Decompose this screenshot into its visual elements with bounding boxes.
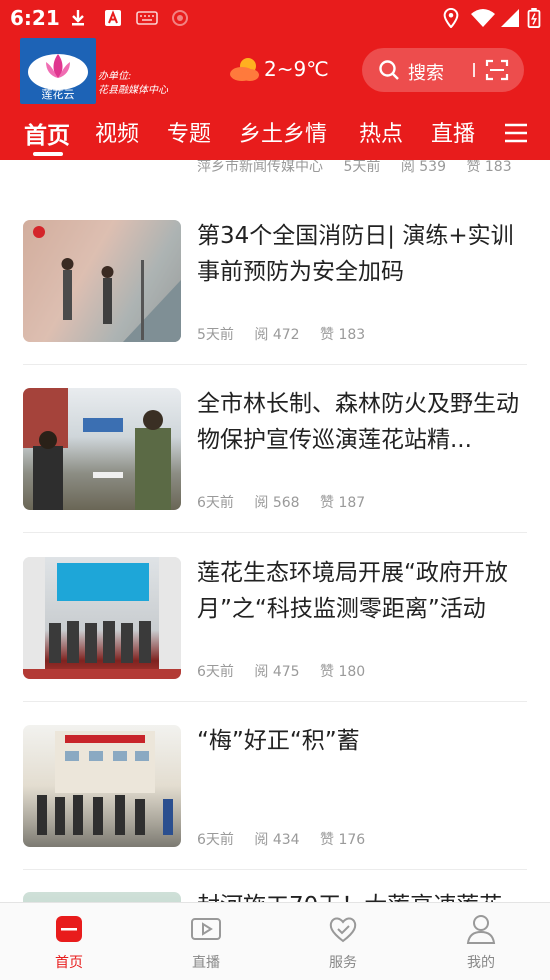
search-icon <box>379 60 399 80</box>
menu-icon[interactable] <box>504 122 528 144</box>
news-likes: 赞 183 <box>466 160 512 175</box>
search-bar[interactable]: 搜索 <box>362 48 524 92</box>
organizer-line-1: 办单位: <box>98 71 132 82</box>
news-thumbnail <box>23 388 181 510</box>
news-thumbnail <box>23 725 181 847</box>
news-likes: 赞 176 <box>320 832 366 848</box>
logo-text: 莲花云 <box>41 88 75 101</box>
nav-service[interactable]: 服务 <box>288 903 398 980</box>
divider <box>23 701 527 702</box>
news-reads: 阅 539 <box>400 160 446 175</box>
news-title[interactable]: “梅”好正“积”蓄 <box>197 723 527 759</box>
news-time: 6天前 <box>197 495 234 511</box>
download-icon <box>72 10 84 26</box>
app-logo[interactable]: 莲花云 <box>20 38 96 104</box>
fire-drill-photo <box>23 220 181 342</box>
news-thumbnail <box>23 557 181 679</box>
news-meta: 5天前 阅 472 赞 183 <box>197 324 381 344</box>
organizer-text: 办单位: 花县融媒体中心 <box>98 70 168 98</box>
nav-live[interactable]: 直播 <box>151 903 261 980</box>
nav-service-label: 服务 <box>329 955 357 971</box>
news-reads: 阅 568 <box>254 495 300 511</box>
news-title[interactable]: 封河施工70天！大莲高速莲花... <box>197 888 527 902</box>
news-title[interactable]: 第34个全国消防日| 演练+实训 事前预防为安全加码 <box>197 218 527 290</box>
status-bar: 6:21 <box>0 0 550 36</box>
app-header: 莲花云 办单位: 花县融媒体中心 2~9℃ 搜索 <box>0 36 550 108</box>
wifi-icon <box>471 9 495 27</box>
location-icon <box>443 8 459 28</box>
news-meta: 6天前 阅 434 赞 176 <box>197 829 381 849</box>
nav-home-label: 首页 <box>55 955 83 971</box>
news-source: 萍乡市新闻传媒中心 <box>197 160 323 175</box>
search-label: 搜索 <box>408 63 444 84</box>
news-time: 5天前 <box>343 160 381 175</box>
divider <box>23 869 527 870</box>
tab-home[interactable]: 首页 <box>24 116 70 150</box>
heart-icon <box>329 917 357 943</box>
nav-live-label: 直播 <box>192 955 220 971</box>
news-reads: 阅 475 <box>254 664 300 680</box>
news-meta: 6天前 阅 568 赞 187 <box>197 492 381 512</box>
news-feed[interactable]: 萍乡市新闻传媒中心 5天前 阅 539 赞 183 第34个全国消防日| 演练+… <box>0 160 550 902</box>
channel-tabs: 首页 视频 专题 乡土乡情 热点 直播 <box>0 108 550 160</box>
divider <box>23 532 527 533</box>
news-time: 6天前 <box>197 664 234 680</box>
news-thumbnail <box>23 220 181 342</box>
news-meta: 萍乡市新闻传媒中心 5天前 阅 539 赞 183 <box>197 160 528 176</box>
tab-local[interactable]: 乡土乡情 <box>239 116 327 148</box>
bottom-navigation: 首页 直播 服务 我的 <box>0 902 550 980</box>
keyboard-icon <box>136 11 158 25</box>
tab-live[interactable]: 直播 <box>431 116 475 148</box>
battery-icon <box>527 8 541 28</box>
home-icon <box>56 916 82 942</box>
news-likes: 赞 187 <box>320 495 366 511</box>
weather-temperature: 2~9℃ <box>264 57 329 81</box>
news-thumbnail <box>23 892 181 902</box>
video-icon <box>191 918 221 940</box>
sun-cloud-icon <box>230 58 259 81</box>
settings-icon <box>172 10 188 26</box>
news-title[interactable]: 莲花生态环境局开展“政府开放月”之“科技监测零距离”活动 <box>197 555 527 627</box>
search-divider <box>473 63 475 77</box>
user-icon <box>466 915 496 944</box>
weather-widget[interactable]: 2~9℃ <box>228 54 329 86</box>
tab-video[interactable]: 视频 <box>95 116 139 148</box>
nav-mine-label: 我的 <box>467 955 495 971</box>
news-meta: 6天前 阅 475 赞 180 <box>197 661 381 681</box>
organizer-line-2: 花县融媒体中心 <box>98 85 168 96</box>
news-likes: 赞 180 <box>320 664 366 680</box>
news-reads: 阅 472 <box>254 327 300 343</box>
news-likes: 赞 183 <box>320 327 366 343</box>
tab-topics[interactable]: 专题 <box>167 116 211 148</box>
signal-icon <box>501 9 519 27</box>
forest-patrol-photo <box>23 388 171 510</box>
village-building-photo <box>37 731 173 835</box>
active-tab-indicator <box>33 152 63 156</box>
divider <box>23 364 527 365</box>
tab-hot[interactable]: 热点 <box>359 116 403 148</box>
news-time: 6天前 <box>197 832 234 848</box>
news-time: 5天前 <box>197 327 234 343</box>
nav-home[interactable]: 首页 <box>14 903 124 980</box>
status-time: 6:21 <box>10 6 60 30</box>
news-reads: 阅 434 <box>254 832 300 848</box>
a-icon <box>105 10 121 26</box>
scan-icon[interactable] <box>485 59 509 81</box>
nav-mine[interactable]: 我的 <box>426 903 536 980</box>
news-title[interactable]: 全市林长制、森林防火及野生动物保护宣传巡演莲花站精... <box>197 386 527 458</box>
environment-bureau-photo <box>23 557 181 679</box>
